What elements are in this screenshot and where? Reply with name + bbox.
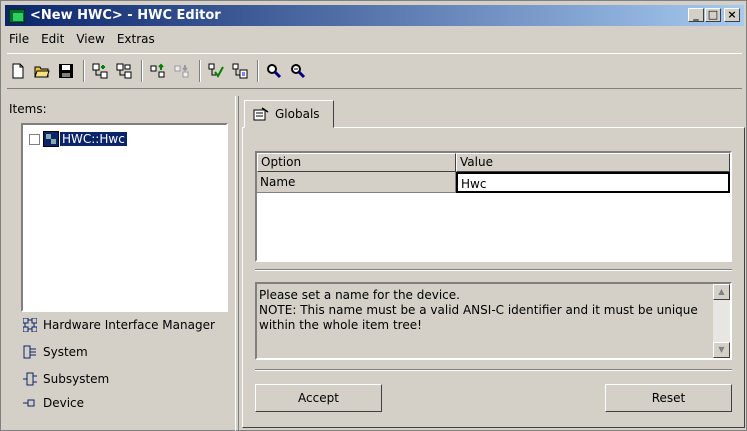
menu-edit[interactable]: Edit: [41, 32, 64, 46]
hardware-manager-icon: [43, 131, 59, 147]
toolbar-separator: [83, 60, 85, 82]
tab-globals-label: Globals: [275, 107, 320, 121]
save-icon[interactable]: [55, 60, 77, 82]
tree-item[interactable]: HWC::Hwc: [29, 131, 127, 147]
legend-system: System: [23, 345, 88, 359]
toolbar-separator: [199, 60, 201, 82]
menu-extras[interactable]: Extras: [117, 32, 155, 46]
legend-hardware-interface-manager: Hardware Interface Manager: [23, 318, 215, 332]
legend-device: Device: [23, 396, 84, 410]
app-icon: [9, 8, 25, 23]
help-line: NOTE: This name must be a valid ANSI-C i…: [259, 303, 698, 317]
add-subitem-icon[interactable]: [113, 60, 135, 82]
new-file-icon[interactable]: [7, 60, 29, 82]
window-controls: _ □ ×: [688, 8, 740, 22]
reset-button[interactable]: Reset: [605, 384, 732, 412]
help-message-box[interactable]: Please set a name for the device. NOTE: …: [255, 282, 732, 360]
divider: [255, 269, 732, 271]
add-item-icon[interactable]: [89, 60, 111, 82]
toolbar: [7, 53, 742, 89]
subsystem-icon: [23, 372, 37, 386]
legend-label: Device: [43, 396, 85, 410]
tree-item-label: HWC::Hwc: [60, 132, 127, 146]
toolbar-separator: [141, 60, 143, 82]
column-header-option[interactable]: Option: [257, 153, 456, 172]
system-icon: [23, 345, 36, 359]
items-label: Items:: [9, 102, 47, 116]
tree-expand-checkbox[interactable]: [29, 133, 40, 145]
legend-subsystem: Subsystem: [23, 372, 109, 386]
options-grid[interactable]: Option Value Name Hwc: [255, 151, 732, 262]
help-message-text: Please set a name for the device. NOTE: …: [259, 288, 707, 333]
accept-label: Accept: [298, 391, 339, 405]
menu-view[interactable]: View: [76, 32, 104, 46]
zoom-in-icon[interactable]: [263, 60, 285, 82]
zoom-out-icon[interactable]: [287, 60, 309, 82]
check-icon[interactable]: [205, 60, 227, 82]
generate-icon[interactable]: [229, 60, 251, 82]
menu-file[interactable]: File: [9, 32, 29, 46]
toolbar-separator: [257, 60, 259, 82]
window-title: <New HWC> - HWC Editor: [30, 8, 221, 23]
minimize-button[interactable]: _: [688, 8, 704, 22]
accept-button[interactable]: Accept: [255, 384, 382, 412]
legend-label: Subsystem: [43, 372, 110, 386]
device-icon: [23, 399, 35, 407]
legend-label: System: [43, 345, 88, 359]
grid-header: Option Value: [257, 153, 730, 172]
pane-splitter[interactable]: [235, 96, 239, 431]
open-folder-icon[interactable]: [31, 60, 53, 82]
move-down-icon[interactable]: [171, 60, 193, 82]
column-header-value[interactable]: Value: [456, 153, 730, 172]
vertical-scrollbar[interactable]: ▲ ▼: [713, 284, 730, 358]
reset-label: Reset: [651, 391, 686, 405]
table-row[interactable]: Name Hwc: [257, 172, 730, 193]
close-button[interactable]: ×: [724, 8, 740, 22]
move-up-icon[interactable]: [147, 60, 169, 82]
item-tree[interactable]: HWC::Hwc: [21, 123, 228, 312]
cell-option: Name: [257, 172, 456, 193]
cell-value-input[interactable]: Hwc: [456, 172, 730, 193]
hardware-manager-icon: [23, 318, 37, 332]
scroll-down-button[interactable]: ▼: [713, 342, 730, 358]
help-line: within the whole item tree!: [259, 318, 422, 332]
divider: [255, 369, 732, 371]
help-line: Please set a name for the device.: [259, 288, 460, 302]
maximize-button[interactable]: □: [705, 8, 721, 22]
title-bar[interactable]: <New HWC> - HWC Editor _ □ ×: [5, 5, 744, 26]
scroll-up-button[interactable]: ▲: [713, 284, 730, 300]
properties-icon: [253, 107, 269, 121]
legend-label: Hardware Interface Manager: [43, 318, 215, 332]
tab-globals[interactable]: Globals: [244, 100, 334, 128]
menu-bar: File Edit View Extras: [9, 29, 167, 49]
hwc-editor-window: <New HWC> - HWC Editor _ □ × File Edit V…: [0, 0, 747, 431]
